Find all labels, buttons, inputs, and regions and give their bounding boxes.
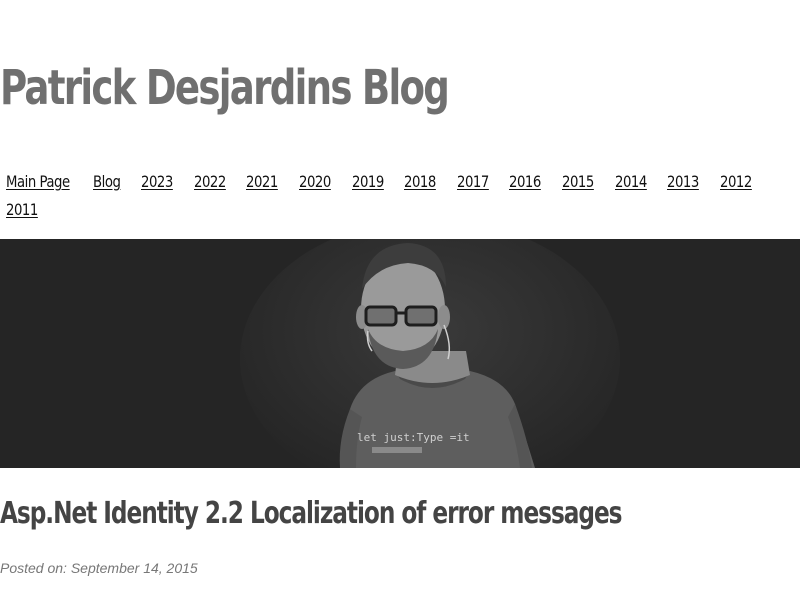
speaker-photo: let just:Type =it <box>0 239 800 468</box>
post-date: September 14, 2015 <box>70 560 198 576</box>
nav-link-2015[interactable]: 2015 <box>562 168 594 196</box>
nav-link-2019[interactable]: 2019 <box>352 168 384 196</box>
nav-link-2014[interactable]: 2014 <box>615 168 647 196</box>
nav-link-2013[interactable]: 2013 <box>667 168 699 196</box>
nav-link-2021[interactable]: 2021 <box>246 168 278 196</box>
nav-link-2016[interactable]: 2016 <box>509 168 541 196</box>
post-meta: Posted on: September 14, 2015 <box>0 560 198 576</box>
site-title[interactable]: Patrick Desjardins Blog <box>0 58 450 118</box>
nav-link-2011[interactable]: 2011 <box>6 196 38 224</box>
shirt-text: let just:Type =it <box>357 431 470 444</box>
posted-on-label: Posted on: <box>0 560 67 576</box>
nav-link-2018[interactable]: 2018 <box>404 168 436 196</box>
hero-banner: let just:Type =it <box>0 239 800 468</box>
nav-link-2012[interactable]: 2012 <box>720 168 752 196</box>
post-title[interactable]: Asp.Net Identity 2.2 Localization of err… <box>0 494 623 534</box>
nav-row-2: 2011 <box>6 196 786 224</box>
nav-link-main-page[interactable]: Main Page <box>6 168 70 196</box>
nav-link-2022[interactable]: 2022 <box>194 168 226 196</box>
nav-link-2020[interactable]: 2020 <box>299 168 331 196</box>
nav-link-2017[interactable]: 2017 <box>457 168 489 196</box>
nav-link-2023[interactable]: 2023 <box>141 168 173 196</box>
nav-row-1: Main Page Blog 2023 2022 2021 2020 2019 2018 201… <box>6 168 786 196</box>
nav-link-blog[interactable]: Blog <box>93 168 121 196</box>
main-nav: Main Page Blog 2023 2022 2021 2020 2019 2018 201… <box>6 168 786 224</box>
